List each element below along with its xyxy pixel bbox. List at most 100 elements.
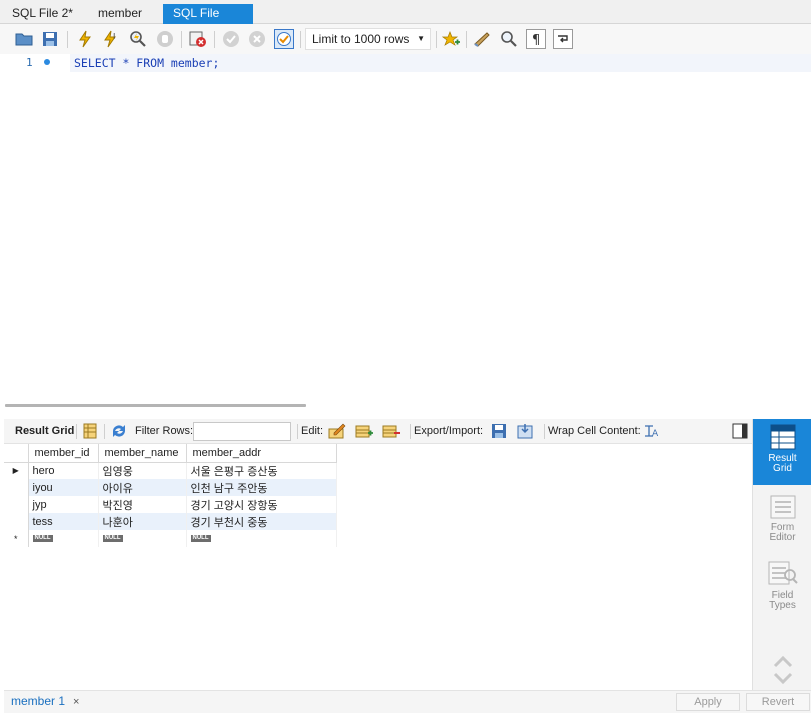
null-badge: NULL [190, 535, 211, 543]
find-icon[interactable] [499, 29, 519, 49]
toolbar-separator [436, 31, 437, 48]
cell-member-name[interactable]: 나훈아 [98, 513, 187, 530]
result-grid[interactable]: member_id member_name member_addr ▶ hero… [4, 444, 752, 690]
open-folder-icon[interactable] [14, 29, 34, 49]
autocommit-icon[interactable] [274, 29, 294, 49]
current-row-icon: ▶ [4, 462, 29, 479]
stop-icon[interactable] [155, 29, 175, 49]
cell-member-addr[interactable]: 경기 고양시 장항동 [186, 496, 337, 513]
cell-member-addr[interactable]: NULL [186, 530, 337, 547]
line-number: 1 [26, 56, 33, 69]
toolbar-separator [544, 424, 545, 439]
wrap-lines-icon[interactable] [553, 29, 573, 49]
apply-button[interactable]: Apply [676, 693, 740, 711]
commit-icon[interactable] [221, 29, 241, 49]
chevron-down-icon: ▼ [417, 34, 425, 43]
execute-icon[interactable] [75, 29, 95, 49]
cell-member-id[interactable]: iyou [28, 479, 99, 496]
result-toolbar: Result Grid Filter Rows: Edit: Export/Im… [4, 419, 752, 444]
field-types-icon [768, 561, 798, 585]
row-indicator [4, 496, 29, 513]
column-header-member-name[interactable]: member_name [98, 444, 187, 463]
edit-row-icon[interactable] [328, 422, 346, 440]
cell-member-id[interactable]: hero [28, 462, 99, 479]
toolbar-separator [297, 424, 298, 439]
table-row[interactable]: tess 나훈아 경기 부천시 중동 [4, 513, 337, 530]
tab-member[interactable]: member [88, 4, 152, 24]
toolbar-separator [181, 31, 182, 48]
execute-current-icon[interactable]: I [101, 29, 121, 49]
filter-rows-label: Filter Rows: [135, 425, 194, 437]
sql-editor[interactable]: 1 SELECT * FROM member; [4, 54, 811, 400]
rollback-icon[interactable] [247, 29, 267, 49]
cell-member-name[interactable]: 박진영 [98, 496, 187, 513]
row-indicator [4, 479, 29, 496]
cell-member-name[interactable]: 임영웅 [98, 462, 187, 479]
save-icon[interactable] [40, 29, 60, 49]
limit-rows-select[interactable]: Limit to 1000 rows ▼ [305, 28, 431, 50]
filter-rows-input[interactable] [193, 422, 291, 441]
import-icon[interactable] [517, 422, 535, 440]
cell-member-name[interactable]: NULL [98, 530, 187, 547]
toolbar-separator [214, 31, 215, 48]
result-grid-label[interactable]: Result Grid [15, 425, 74, 437]
header-row: member_id member_name member_addr [4, 444, 337, 463]
cell-member-id[interactable]: jyp [28, 496, 99, 513]
field-types-button[interactable]: Field Types [753, 557, 811, 619]
add-snippet-icon[interactable] [441, 29, 461, 49]
result-tab-member-1[interactable]: member 1 × [11, 694, 79, 708]
column-header-member-addr[interactable]: member_addr [186, 444, 337, 463]
scroll-up-down-icon [773, 655, 792, 685]
form-editor-label: Form Editor [769, 522, 796, 543]
toolbar-separator [67, 31, 68, 48]
toolbar-separator [466, 31, 467, 48]
toolbar-separator [410, 424, 411, 439]
row-indicator-header [4, 444, 29, 463]
revert-button[interactable]: Revert [746, 693, 810, 711]
new-row[interactable]: * NULL NULL NULL [4, 530, 337, 547]
export-import-label: Export/Import: [414, 425, 484, 437]
delete-row-icon[interactable] [382, 422, 400, 440]
form-editor-icon [770, 495, 795, 519]
result-table: member_id member_name member_addr ▶ hero… [4, 444, 337, 547]
form-editor-button[interactable]: Form Editor [753, 491, 811, 553]
toggle-error-icon[interactable] [188, 29, 208, 49]
wrap-cell-icon[interactable]: A [642, 422, 660, 440]
cell-member-addr[interactable]: 서울 은평구 증산동 [186, 462, 337, 479]
cell-member-id[interactable]: NULL [28, 530, 99, 547]
svg-text:A: A [652, 429, 659, 439]
result-grid-button[interactable]: Result Grid [753, 419, 811, 485]
cell-member-addr[interactable]: 인천 남구 주안동 [186, 479, 337, 496]
toggle-panel-icon[interactable] [731, 422, 749, 440]
new-row-marker: * [4, 530, 29, 547]
table-row[interactable]: iyou 아이유 인천 남구 주안동 [4, 479, 337, 496]
column-header-member-id[interactable]: member_id [28, 444, 99, 463]
limit-rows-value: Limit to 1000 rows [312, 32, 410, 46]
refresh-icon[interactable] [110, 422, 128, 440]
invisible-chars-icon[interactable]: ¶ [526, 29, 546, 49]
sql-code-line[interactable]: SELECT * FROM member; [74, 56, 219, 70]
explain-icon[interactable] [128, 29, 148, 49]
side-scroll-arrows[interactable] [753, 652, 811, 686]
field-types-label: Field Types [769, 590, 796, 611]
cell-member-id[interactable]: tess [28, 513, 99, 530]
tab-sql-file-6[interactable]: SQL File 6*× [163, 4, 253, 38]
tab-sql-file-2[interactable]: SQL File 2* [2, 4, 83, 24]
beautify-icon[interactable] [472, 29, 492, 49]
wrap-cell-content-label: Wrap Cell Content: [548, 425, 641, 437]
horizontal-scrollbar[interactable] [5, 404, 306, 407]
table-row[interactable]: ▶ hero 임영웅 서울 은평구 증산동 [4, 462, 337, 479]
toolbar-separator [104, 424, 105, 439]
tab-label: member [98, 6, 143, 20]
result-grid-label: Result Grid [768, 453, 797, 474]
cell-member-name[interactable]: 아이유 [98, 479, 187, 496]
result-grid-icon [770, 424, 795, 450]
grid-layout-icon[interactable] [81, 422, 99, 440]
cell-member-addr[interactable]: 경기 부천시 중동 [186, 513, 337, 530]
table-row[interactable]: jyp 박진영 경기 고양시 장항동 [4, 496, 337, 513]
add-row-icon[interactable] [355, 422, 373, 440]
result-bottom-bar: member 1 × Apply Revert [4, 690, 811, 713]
svg-text:¶: ¶ [532, 33, 540, 46]
close-icon[interactable]: × [73, 696, 79, 708]
export-icon[interactable] [491, 422, 509, 440]
